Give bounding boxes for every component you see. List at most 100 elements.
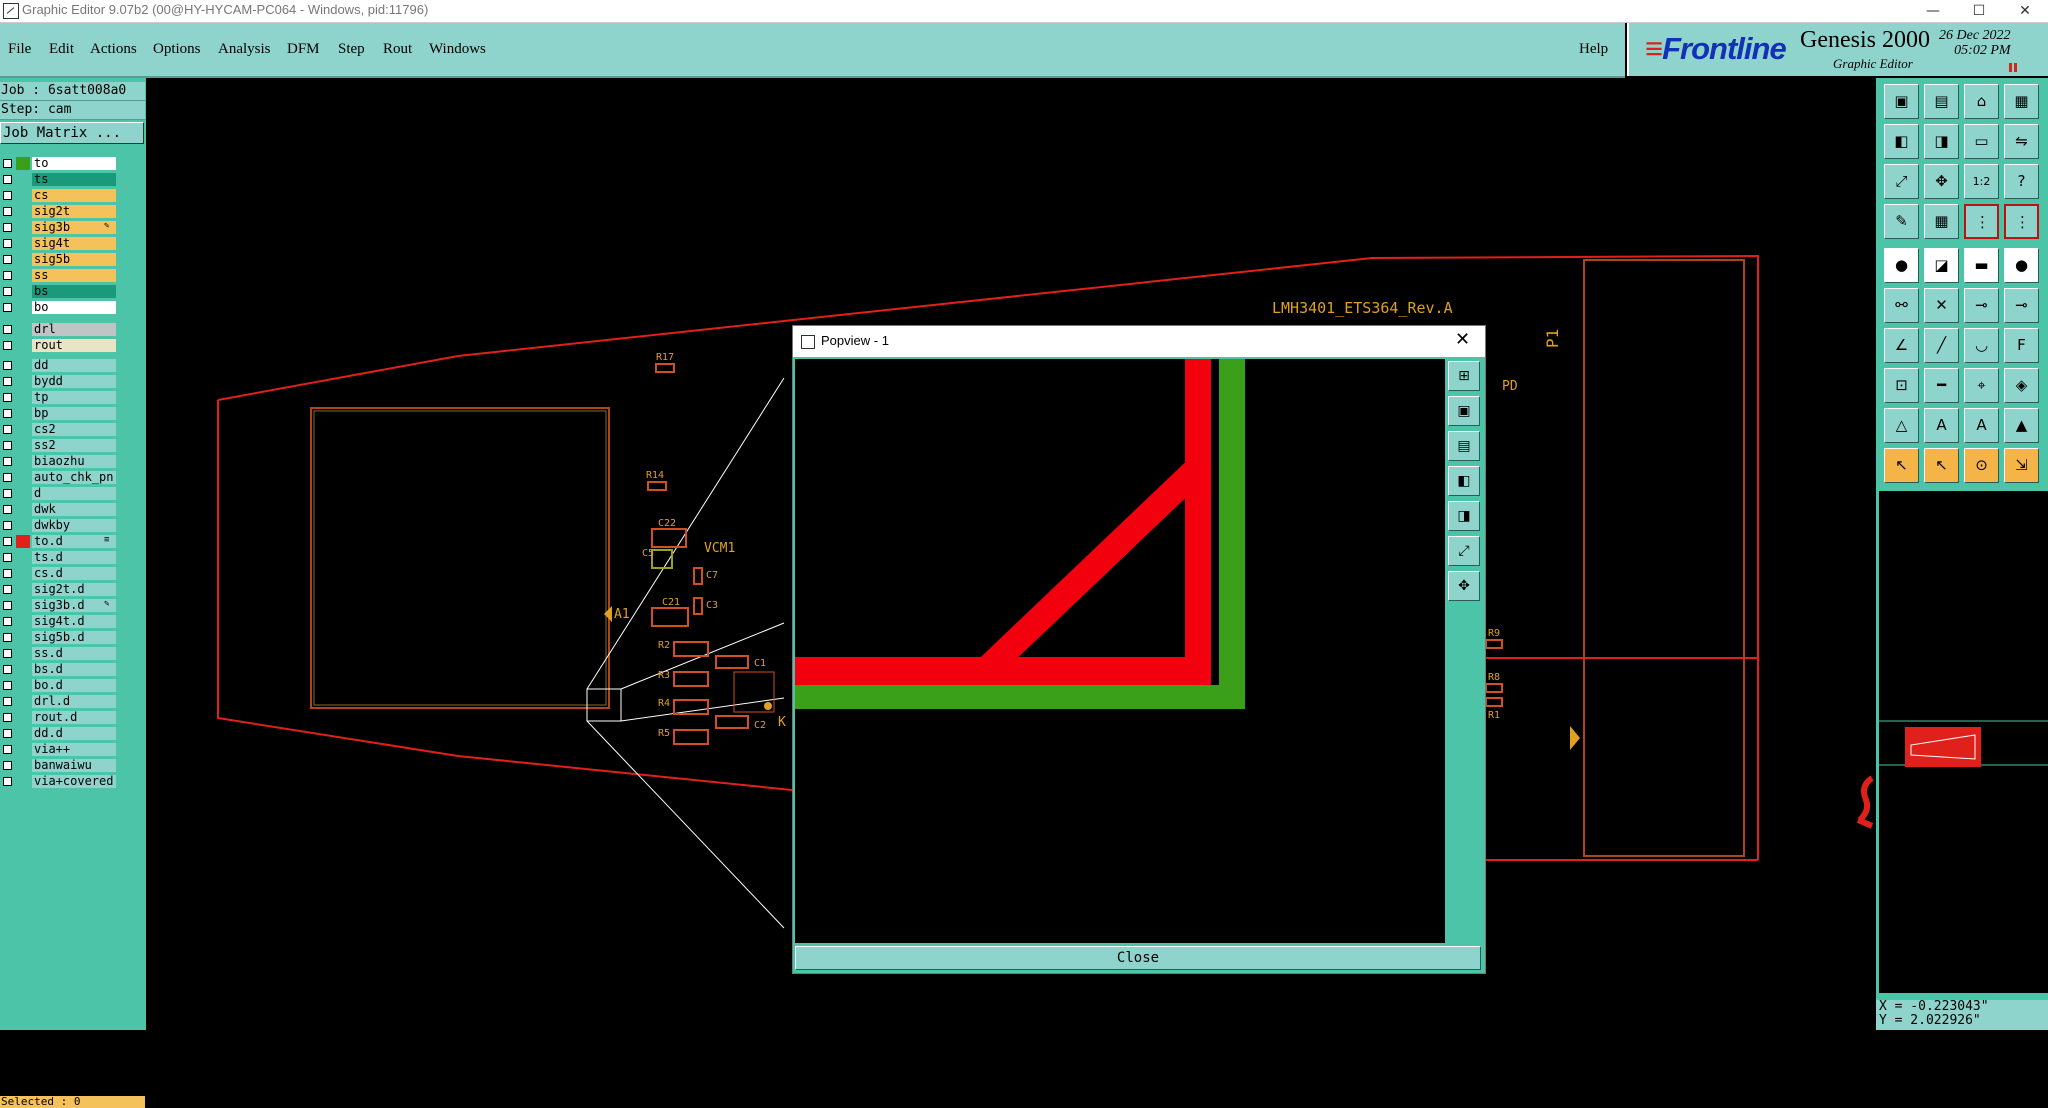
node-box-icon[interactable]: ⊡ — [1884, 368, 1919, 403]
layer-checkbox[interactable] — [3, 585, 12, 594]
pan-left-icon[interactable]: ◧ — [1884, 124, 1919, 159]
select-icon[interactable]: ↖ — [1884, 448, 1919, 483]
layer-name[interactable]: via+covered — [32, 775, 116, 788]
measure-icon[interactable]: ⋮ — [1964, 204, 1999, 239]
layer-checkbox[interactable] — [3, 175, 12, 184]
layer-checkbox[interactable] — [3, 665, 12, 674]
center-icon[interactable]: ⌖ — [1964, 368, 1999, 403]
layer-checkbox[interactable] — [3, 521, 12, 530]
layer-name[interactable]: bo.d — [32, 679, 116, 692]
layer-checkbox[interactable] — [3, 303, 12, 312]
zoom-in-icon[interactable]: ⊞ — [1448, 361, 1480, 391]
layer-row[interactable]: drl — [0, 322, 118, 337]
layer-name[interactable]: tp — [32, 391, 116, 404]
layer-row[interactable]: bp — [0, 406, 118, 421]
triangle-b-icon[interactable]: A — [1964, 408, 1999, 443]
layer-row[interactable]: dwkby — [0, 518, 118, 533]
layer-name[interactable]: ts — [32, 173, 116, 186]
grid-icon[interactable]: ▦ — [1924, 204, 1959, 239]
split-icon[interactable]: ⊸ — [2004, 288, 2039, 323]
menu-dfm[interactable]: DFM — [287, 41, 320, 58]
layer-row[interactable]: sig3b.d ✎ — [0, 598, 118, 613]
pad-icon[interactable]: ● — [2004, 248, 2039, 283]
layer-checkbox[interactable] — [3, 341, 12, 350]
triangle-a-icon[interactable]: A — [1924, 408, 1959, 443]
layer-name[interactable]: dwkby — [32, 519, 116, 532]
layer-name[interactable]: bp — [32, 407, 116, 420]
zoom-fit-icon[interactable]: ⤢ — [1884, 164, 1919, 199]
layer-name[interactable]: cs2 — [32, 423, 116, 436]
layer-row[interactable]: rout — [0, 338, 118, 353]
layer-color-swatch[interactable] — [16, 157, 30, 170]
layer-row[interactable]: bs — [0, 284, 118, 299]
layer-row[interactable]: auto_chk_pn — [0, 470, 118, 485]
slash-icon[interactable]: ╱ — [1924, 328, 1959, 363]
layer-row[interactable]: bo.d — [0, 678, 118, 693]
layer-name[interactable]: drl — [32, 323, 116, 336]
layer-row[interactable]: to — [0, 156, 118, 171]
triangle-icon[interactable]: △ — [1884, 408, 1919, 443]
right-icon[interactable]: ◨ — [1448, 501, 1480, 531]
layer-row[interactable]: d — [0, 486, 118, 501]
layer-name[interactable]: cs.d — [32, 567, 116, 580]
layer-name[interactable]: sig2t.d — [32, 583, 116, 596]
pan-icon[interactable]: ▤ — [1448, 431, 1480, 461]
layer-name[interactable]: rout — [32, 339, 116, 352]
layer-name[interactable]: biaozhu — [32, 455, 116, 468]
overview-map[interactable] — [1878, 490, 2048, 994]
line-icon[interactable]: ◪ — [1924, 248, 1959, 283]
layer-checkbox[interactable] — [3, 681, 12, 690]
layer-row[interactable]: sig4t.d — [0, 614, 118, 629]
layer-row[interactable]: ts — [0, 172, 118, 187]
center-icon[interactable]: ✥ — [1448, 571, 1480, 601]
menu-options[interactable]: Options — [153, 41, 201, 58]
layer-row[interactable]: sig2t.d — [0, 582, 118, 597]
select-circle-icon[interactable]: ⊙ — [1964, 448, 1999, 483]
layer-name[interactable]: bydd — [32, 375, 116, 388]
draw-line-icon[interactable]: ∠ — [1884, 328, 1919, 363]
layer-checkbox[interactable] — [3, 325, 12, 334]
layer-checkbox[interactable] — [3, 537, 12, 546]
measure-alt-icon[interactable]: ⋮ — [2004, 204, 2039, 239]
layer-row[interactable]: sig5b.d — [0, 630, 118, 645]
triangle-up-icon[interactable]: ▲ — [2004, 408, 2039, 443]
menu-windows[interactable]: Windows — [429, 41, 486, 58]
layer-name[interactable]: ts.d — [32, 551, 116, 564]
open-icon[interactable]: ▣ — [1884, 84, 1919, 119]
save-icon[interactable]: ▤ — [1924, 84, 1959, 119]
layer-row[interactable]: ss.d — [0, 646, 118, 661]
minus-icon[interactable]: ━ — [1924, 368, 1959, 403]
layer-name[interactable]: bs.d — [32, 663, 116, 676]
swap-icon[interactable]: ⇋ — [2004, 124, 2039, 159]
layer-name[interactable]: sig5b — [32, 253, 116, 266]
layer-row[interactable]: ts.d — [0, 550, 118, 565]
menu-edit[interactable]: Edit — [49, 41, 74, 58]
window-icon[interactable]: ▦ — [2004, 84, 2039, 119]
layer-color-swatch[interactable] — [16, 535, 30, 548]
move-node-icon[interactable]: ⊸ — [1964, 288, 1999, 323]
menu-actions[interactable]: Actions — [90, 41, 137, 58]
layer-row[interactable]: cs — [0, 188, 118, 203]
layer-row[interactable]: banwaiwu — [0, 758, 118, 773]
layer-checkbox[interactable] — [3, 223, 12, 232]
layer-name[interactable]: bs — [32, 285, 116, 298]
layer-name[interactable]: bo — [32, 301, 116, 314]
layer-row[interactable]: sig4t — [0, 236, 118, 251]
layer-checkbox[interactable] — [3, 255, 12, 264]
zoom-out-icon[interactable]: ▣ — [1448, 396, 1480, 426]
layer-name[interactable]: cs — [32, 189, 116, 202]
layer-row[interactable]: dd — [0, 358, 118, 373]
layer-row[interactable]: ss2 — [0, 438, 118, 453]
layer-checkbox[interactable] — [3, 505, 12, 514]
layer-checkbox[interactable] — [3, 287, 12, 296]
layer-checkbox[interactable] — [3, 713, 12, 722]
cross-icon[interactable]: ✕ — [1924, 288, 1959, 323]
layer-checkbox[interactable] — [3, 777, 12, 786]
add-feature-icon[interactable]: ● — [1884, 248, 1919, 283]
layer-row[interactable]: dd.d — [0, 726, 118, 741]
menu-help[interactable]: Help — [1579, 41, 1608, 58]
snap-icon[interactable]: ▭ — [1964, 124, 1999, 159]
layer-name[interactable]: d — [32, 487, 116, 500]
layer-name[interactable]: to — [32, 157, 116, 170]
connect-icon[interactable]: ⚯ — [1884, 288, 1919, 323]
